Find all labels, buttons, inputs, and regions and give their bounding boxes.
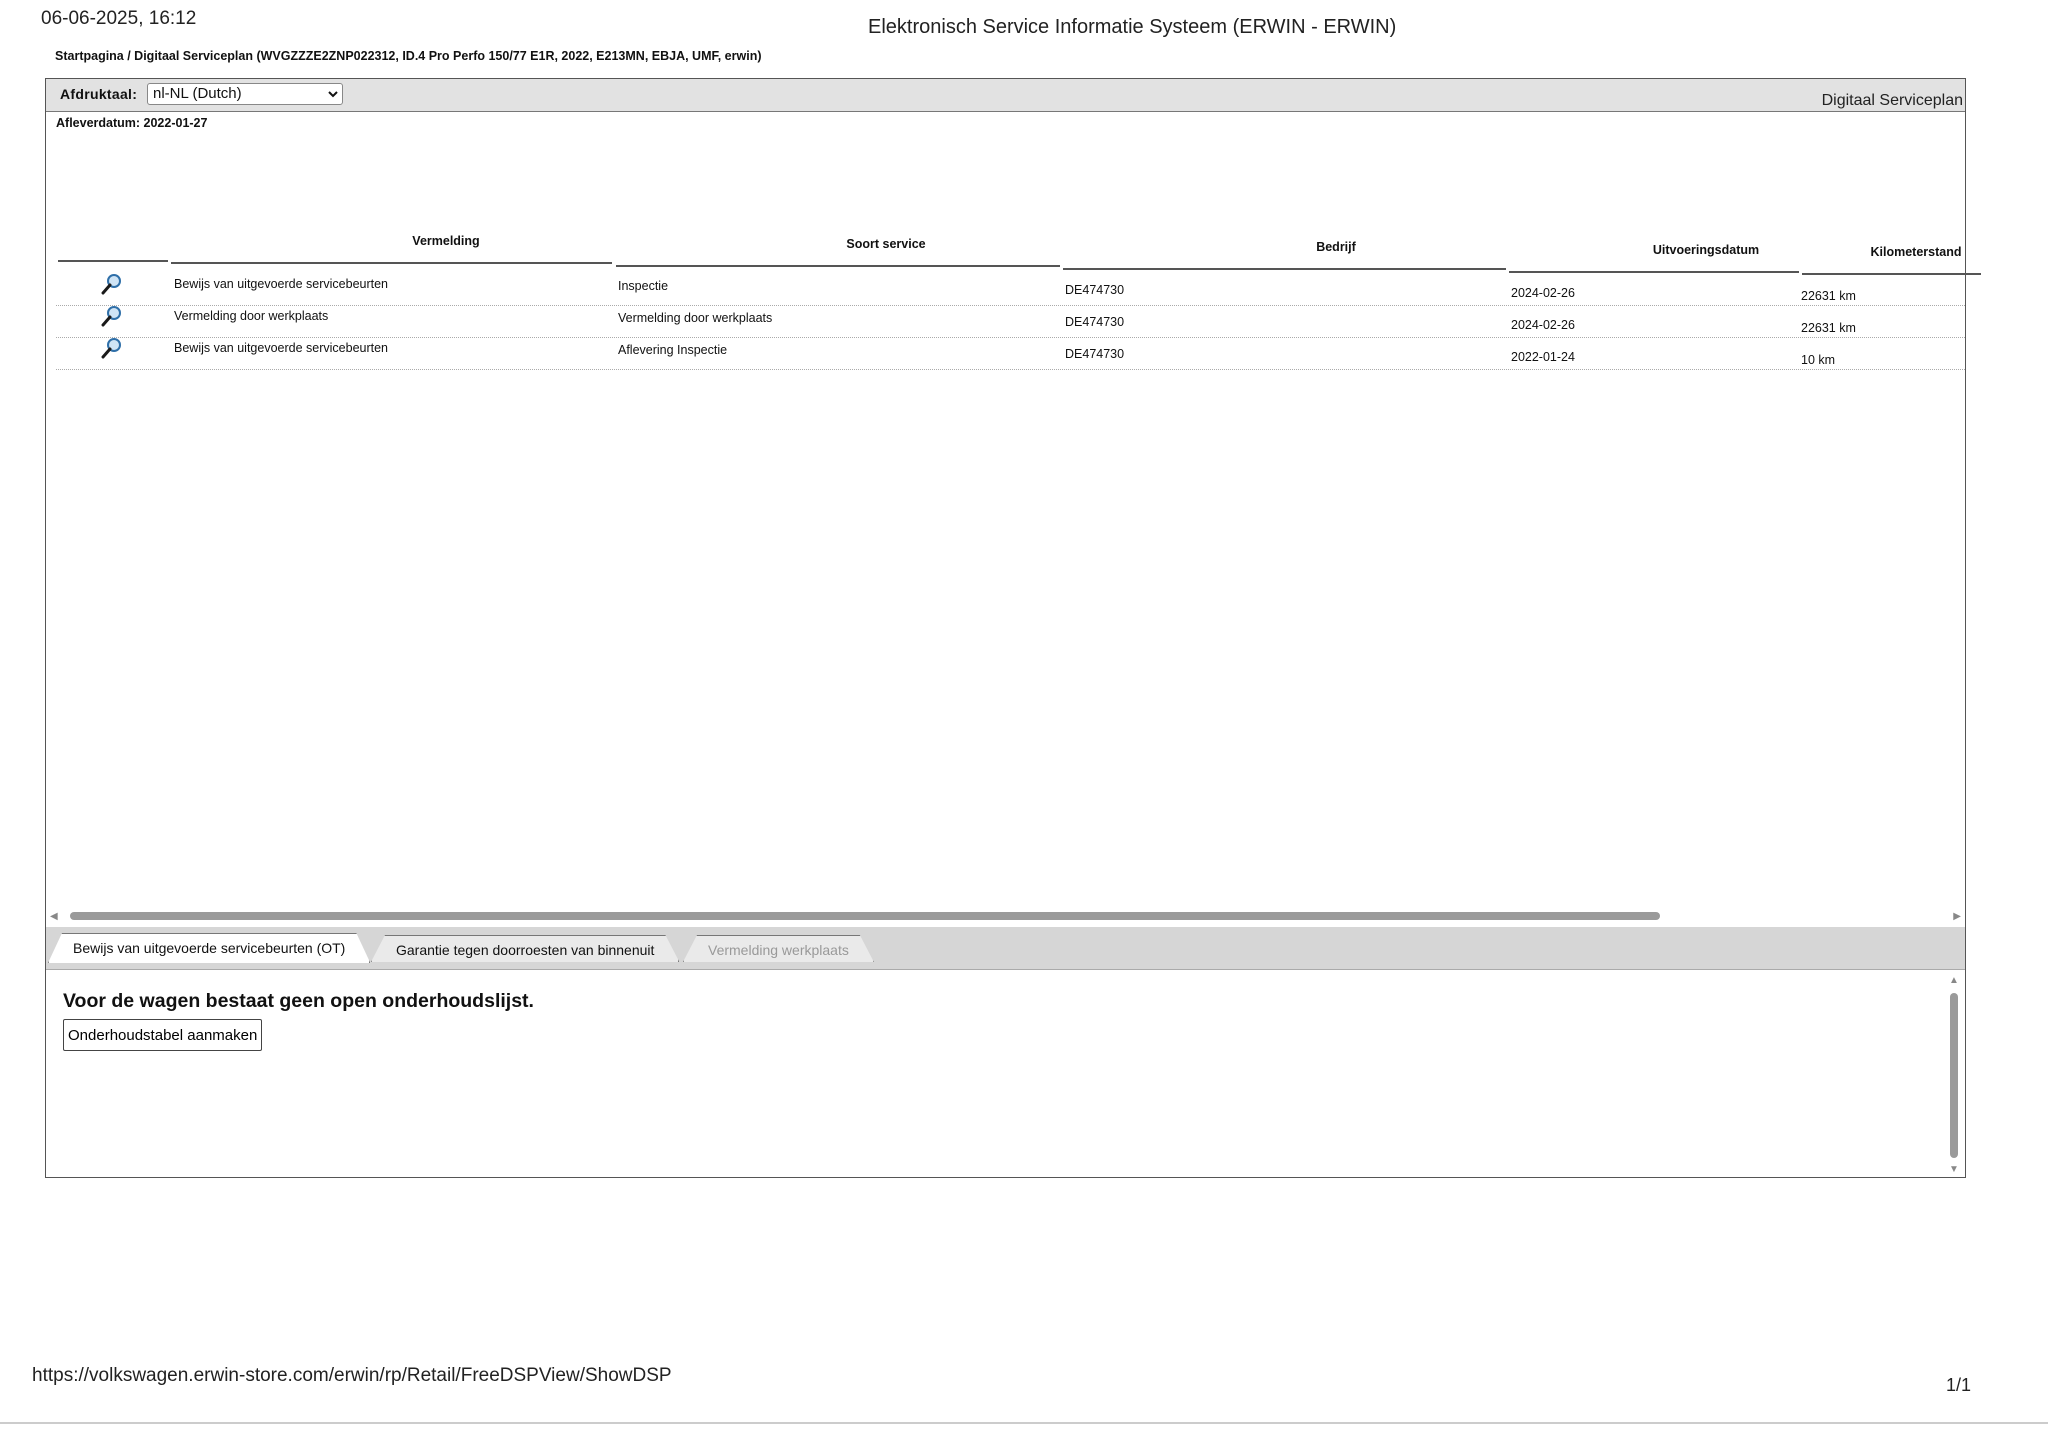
tab-vermelding-werkplaats[interactable]: Vermelding werkplaats (683, 935, 874, 962)
column-header-uitvoeringsdatum[interactable]: Uitvoeringsdatum (1596, 243, 1816, 257)
row-2-kilometerstand: 22631 km (1801, 321, 1856, 335)
horizontal-scroll-thumb[interactable] (70, 912, 1660, 920)
magnifier-icon[interactable] (101, 337, 123, 359)
main-frame: Afdruktaal: nl-NL (Dutch) Digitaal Servi… (45, 78, 1981, 1178)
no-maintenance-list-message: Voor de wagen bestaat geen open onderhou… (63, 990, 534, 1012)
tab-strip: Bewijs van uitgevoerde servicebeurten (O… (46, 927, 1965, 970)
horizontal-scrollbar[interactable]: ◀ ▶ (46, 908, 1965, 924)
language-select[interactable]: nl-NL (Dutch) (147, 83, 343, 105)
header-divider (58, 260, 168, 262)
row-2-vermelding: Vermelding door werkplaats (174, 309, 329, 323)
service-table: Vermelding Soort service Bedrijf Uitvoer… (56, 145, 1981, 695)
toolbar: Afdruktaal: nl-NL (Dutch) Digitaal Servi… (46, 79, 1965, 112)
row-3-uitvoeringsdatum: 2022-01-24 (1511, 350, 1575, 364)
scroll-up-arrow-icon[interactable]: ▲ (1949, 975, 1959, 986)
breadcrumb[interactable]: Startpagina / Digitaal Serviceplan (WVGZ… (55, 49, 762, 63)
column-header-bedrijf[interactable]: Bedrijf (1226, 240, 1446, 254)
column-header-vermelding[interactable]: Vermelding (336, 234, 556, 248)
row-1-uitvoeringsdatum: 2024-02-26 (1511, 286, 1575, 300)
row-divider (56, 369, 1965, 370)
row-1-vermelding: Bewijs van uitgevoerde servicebeurten (174, 277, 389, 291)
chevron-down-icon (328, 91, 338, 98)
row-3-bedrijf: DE474730 (1065, 347, 1125, 361)
page-title: Digitaal Serviceplan (1821, 92, 1963, 109)
scroll-down-arrow-icon[interactable]: ▼ (1949, 1164, 1959, 1175)
page-bottom-divider (0, 1422, 2048, 1424)
print-datetime: 06-06-2025, 16:12 (41, 8, 197, 29)
vertical-scroll-thumb[interactable] (1950, 993, 1958, 1158)
row-3-soort-service: Aflevering Inspectie (618, 343, 728, 357)
create-maintenance-table-button[interactable]: Onderhoudstabel aanmaken (63, 1019, 263, 1051)
language-select-value: nl-NL (Dutch) (153, 85, 242, 102)
magnifier-icon[interactable] (101, 305, 123, 327)
header-divider (171, 262, 612, 264)
tab-garantie-doorroesten[interactable]: Garantie tegen doorroesten van binnenuit (371, 935, 679, 962)
row-1-kilometerstand: 22631 km (1801, 289, 1856, 303)
row-3-kilometerstand: 10 km (1801, 353, 1836, 367)
tab-panel: Voor de wagen bestaat geen open onderhou… (46, 971, 1965, 1176)
row-divider (56, 305, 1965, 306)
language-label: Afdruktaal: (60, 86, 138, 102)
column-header-soort-service[interactable]: Soort service (776, 237, 996, 251)
row-1-soort-service: Inspectie (618, 279, 669, 293)
header-divider (1063, 268, 1506, 270)
vertical-scrollbar[interactable]: ▲ ▼ (1947, 975, 1961, 1175)
row-2-uitvoeringsdatum: 2024-02-26 (1511, 318, 1575, 332)
magnifier-icon[interactable] (101, 273, 123, 295)
column-header-kilometerstand[interactable]: Kilometerstand (1806, 245, 2026, 259)
header-divider (1802, 273, 1981, 275)
header-divider (1509, 271, 1799, 273)
row-divider (56, 337, 1965, 338)
header-divider (616, 265, 1060, 267)
scroll-left-arrow-icon[interactable]: ◀ (50, 911, 58, 922)
delivery-date: Afleverdatum: 2022-01-27 (56, 116, 208, 130)
page-number: 1/1 (1946, 1375, 1972, 1395)
print-title: Elektronisch Service Informatie Systeem … (868, 16, 1397, 38)
row-1-bedrijf: DE474730 (1065, 283, 1125, 297)
tab-bewijs-servicebeurten[interactable]: Bewijs van uitgevoerde servicebeurten (O… (48, 933, 370, 963)
row-2-soort-service: Vermelding door werkplaats (618, 311, 773, 325)
row-2-bedrijf: DE474730 (1065, 315, 1125, 329)
row-3-vermelding: Bewijs van uitgevoerde servicebeurten (174, 341, 389, 355)
scroll-right-arrow-icon[interactable]: ▶ (1953, 911, 1961, 922)
print-url: https://volkswagen.erwin-store.com/erwin… (32, 1365, 672, 1386)
